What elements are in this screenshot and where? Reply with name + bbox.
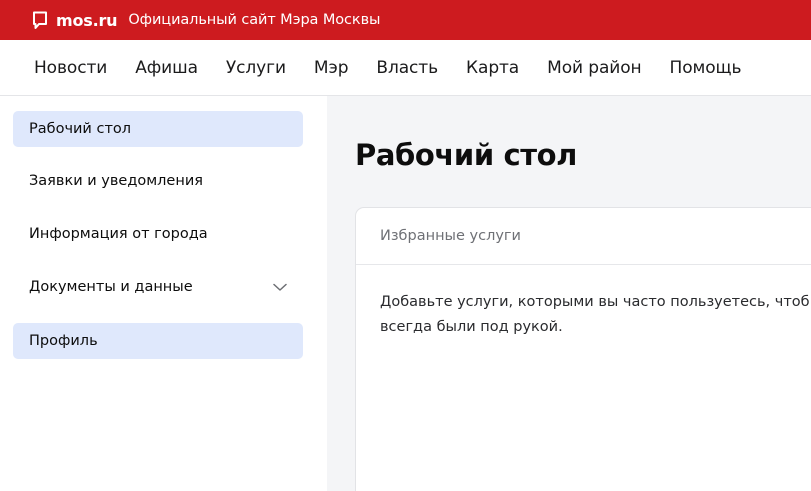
sidebar-item-profile[interactable]: Профиль bbox=[13, 323, 303, 359]
nav-item-help[interactable]: Помощь bbox=[670, 58, 742, 78]
favorites-empty-text: Добавьте услуги, которыми вы часто польз… bbox=[380, 290, 811, 340]
main-navigation: Новости Афиша Услуги Мэр Власть Карта Мо… bbox=[0, 40, 811, 96]
sidebar-item-label: Рабочий стол bbox=[29, 121, 132, 137]
favorites-empty-text-line-2: всегда были под рукой. bbox=[380, 319, 563, 335]
speech-bubble-icon[interactable] bbox=[32, 11, 48, 30]
nav-item-services[interactable]: Услуги bbox=[226, 58, 286, 78]
page-title: Рабочий стол bbox=[355, 138, 578, 172]
favorites-card-header: Избранные услуги bbox=[356, 208, 811, 265]
sidebar-item-city-information[interactable]: Информация от города bbox=[13, 216, 303, 252]
nav-item-government[interactable]: Власть bbox=[376, 58, 438, 78]
sidebar-item-desktop[interactable]: Рабочий стол bbox=[13, 111, 303, 147]
nav-item-news[interactable]: Новости bbox=[34, 58, 107, 78]
main-content: Рабочий стол Избранные услуги Добавьте у… bbox=[327, 96, 811, 491]
site-logo-text[interactable]: mos.ru bbox=[56, 11, 118, 30]
site-title: Официальный сайт Мэра Москвы bbox=[128, 12, 381, 28]
nav-item-map[interactable]: Карта bbox=[466, 58, 519, 78]
sidebar: Рабочий стол Заявки и уведомления Информ… bbox=[0, 96, 327, 491]
sidebar-item-documents-data[interactable]: Документы и данные bbox=[13, 269, 303, 305]
top-bar: mos.ru Официальный сайт Мэра Москвы bbox=[0, 0, 811, 40]
sidebar-item-label: Профиль bbox=[29, 333, 98, 349]
sidebar-item-label: Заявки и уведомления bbox=[29, 173, 203, 189]
favorites-card: Избранные услуги Добавьте услуги, которы… bbox=[355, 207, 811, 491]
favorites-empty-text-line-1: Добавьте услуги, которыми вы часто польз… bbox=[380, 294, 810, 310]
nav-item-my-district[interactable]: Мой район bbox=[547, 58, 642, 78]
sidebar-item-label: Документы и данные bbox=[29, 279, 193, 295]
nav-item-afisha[interactable]: Афиша bbox=[135, 58, 198, 78]
sidebar-item-label: Информация от города bbox=[29, 226, 208, 242]
nav-item-mayor[interactable]: Мэр bbox=[314, 58, 349, 78]
sidebar-item-requests-notifications[interactable]: Заявки и уведомления bbox=[13, 163, 303, 199]
chevron-down-icon[interactable] bbox=[273, 280, 287, 294]
